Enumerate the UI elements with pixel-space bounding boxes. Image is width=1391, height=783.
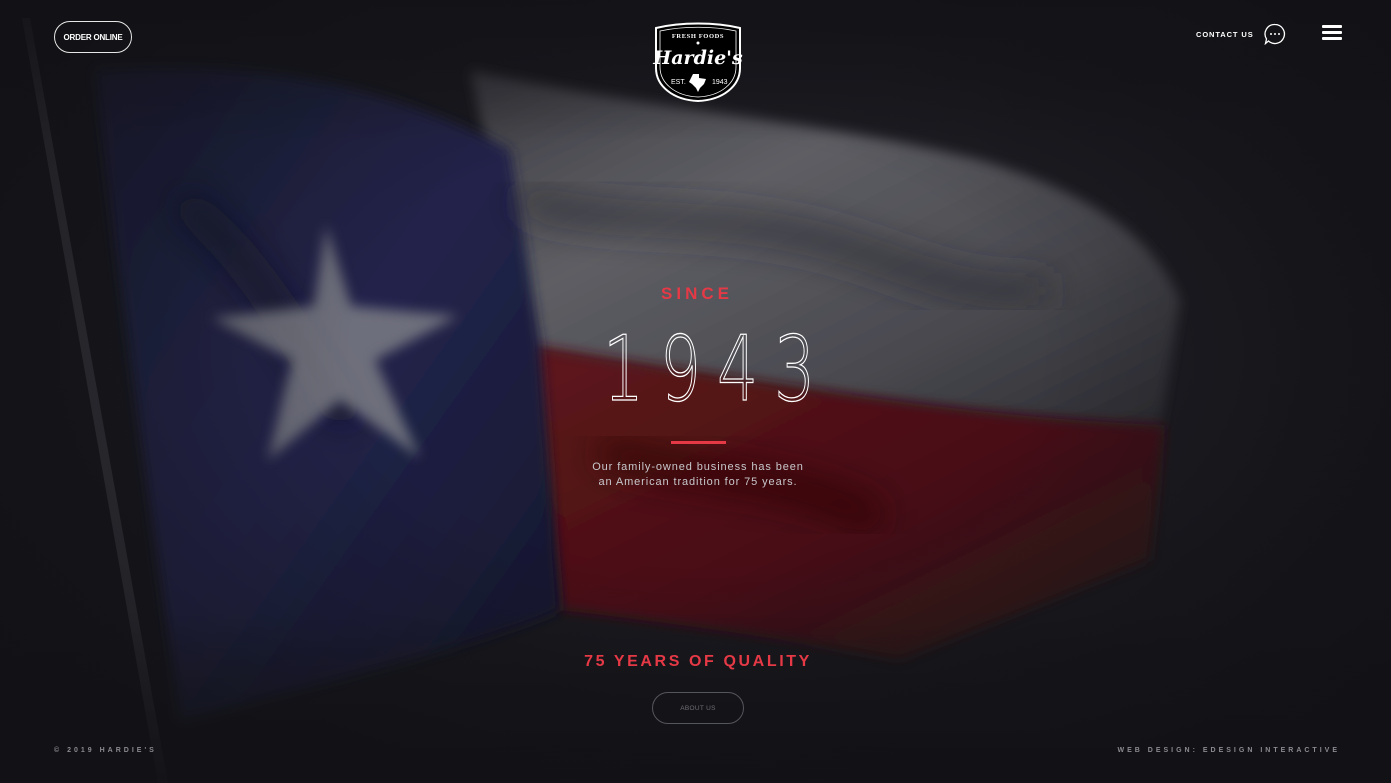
contact-us-label: CONTACT US [1196,29,1254,39]
footer-copyright: © 2019 HARDIE'S [54,747,157,754]
founding-year: 1943 [602,317,832,422]
accent-divider [671,441,726,444]
hamburger-menu-icon[interactable] [1322,25,1342,41]
logo-top-text: FRESH FOODS [672,33,724,40]
hardies-logo[interactable]: FRESH FOODS Hardie's EST. 1943 [651,22,745,102]
quality-heading: 75 YEARS OF QUALITY [584,653,812,670]
logo-brand: Hardie's [652,47,743,69]
logo-est-year: 1943 [712,79,728,86]
logo-est-label: EST. [671,79,686,86]
hero-description: Our family-owned business has been an Am… [560,460,836,490]
description-line-2: an American tradition for 75 years. [598,476,798,488]
order-online-button[interactable]: ORDER ONLINE [54,21,132,53]
about-us-button[interactable]: ABOUT US [652,692,744,724]
description-line-1: Our family-owned business has been [592,461,804,473]
contact-us-link[interactable]: CONTACT US [1196,22,1286,46]
chat-bubble-icon [1264,23,1285,45]
since-label: SINCE [661,284,733,303]
footer-credit-link[interactable]: WEB DESIGN: EDESIGN INTERACTIVE [1117,747,1340,754]
